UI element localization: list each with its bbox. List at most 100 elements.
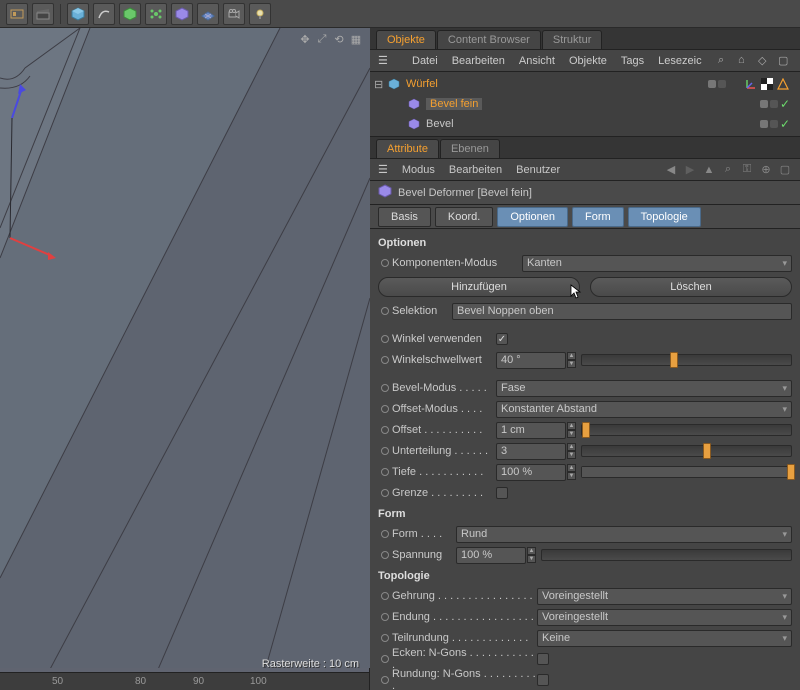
- spinner-tiefe[interactable]: ▲▼: [567, 464, 577, 480]
- tool-cloner-icon[interactable]: [145, 3, 167, 25]
- menu-objekte[interactable]: Objekte: [569, 55, 607, 67]
- vis-render-dot[interactable]: [770, 120, 778, 128]
- search-icon[interactable]: ⌕: [721, 163, 735, 177]
- checkbox-rundung-ngons[interactable]: [537, 674, 549, 686]
- tool-nurbs-icon[interactable]: [119, 3, 141, 25]
- enable-check-icon[interactable]: ✓: [780, 97, 790, 111]
- subtab-koord[interactable]: Koord.: [435, 207, 493, 227]
- anim-dot[interactable]: [381, 592, 389, 600]
- anim-dot[interactable]: [381, 634, 389, 642]
- field-winkelschwell[interactable]: 40 °: [496, 352, 566, 369]
- layout-icon[interactable]: ☰: [378, 54, 398, 67]
- new-icon[interactable]: ⊕: [759, 163, 773, 177]
- select-bevel-modus[interactable]: Fase▾: [496, 380, 792, 397]
- menu-lesezeichen[interactable]: Lesezeic: [658, 55, 701, 67]
- vis-editor-dot[interactable]: [760, 100, 768, 108]
- select-teilrundung[interactable]: Keine▾: [537, 630, 792, 647]
- anim-dot[interactable]: [381, 307, 389, 315]
- anim-dot[interactable]: [381, 405, 389, 413]
- anim-dot[interactable]: [381, 530, 389, 538]
- subtab-form[interactable]: Form: [572, 207, 624, 227]
- eye-icon[interactable]: ⌂: [738, 54, 752, 68]
- vp-layout-icon[interactable]: ▦: [349, 32, 363, 46]
- checkbox-grenze[interactable]: [496, 487, 508, 499]
- field-selektion[interactable]: Bevel Noppen oben: [452, 303, 792, 320]
- tool-clapboard-icon[interactable]: [32, 3, 54, 25]
- tab-attribute[interactable]: Attribute: [376, 139, 439, 158]
- vis-editor-dot[interactable]: [708, 80, 716, 88]
- enable-check-icon[interactable]: ✓: [780, 117, 790, 131]
- menu-bearbeiten[interactable]: Bearbeiten: [452, 55, 505, 67]
- search-icon[interactable]: ⌕: [718, 54, 732, 68]
- vis-editor-dot[interactable]: [760, 120, 768, 128]
- maximize-icon[interactable]: ▢: [778, 163, 792, 177]
- anim-dot[interactable]: [381, 426, 389, 434]
- axis-tag-icon[interactable]: [744, 77, 758, 91]
- anim-dot[interactable]: [381, 259, 389, 267]
- tool-film-icon[interactable]: [6, 3, 28, 25]
- anim-dot[interactable]: [381, 356, 389, 364]
- layout-icon[interactable]: ☰: [378, 163, 388, 176]
- button-hinzufuegen[interactable]: Hinzufügen: [378, 277, 580, 297]
- nav-up-icon[interactable]: ▲: [702, 163, 716, 177]
- anim-dot[interactable]: [381, 335, 389, 343]
- anim-dot[interactable]: [381, 613, 389, 621]
- select-endung[interactable]: Voreingestellt▾: [537, 609, 792, 626]
- slider-unterteilung[interactable]: [581, 445, 792, 457]
- tab-ebenen[interactable]: Ebenen: [440, 139, 500, 158]
- slider-winkelschwell[interactable]: [581, 354, 792, 366]
- anim-dot[interactable]: [381, 551, 389, 559]
- tool-spline-icon[interactable]: [93, 3, 115, 25]
- object-name[interactable]: Bevel fein: [426, 98, 482, 110]
- spinner-spannung[interactable]: ▲▼: [527, 547, 537, 563]
- spinner-unterteilung[interactable]: ▲▼: [567, 443, 577, 459]
- anim-dot[interactable]: [381, 468, 389, 476]
- tool-floor-icon[interactable]: [197, 3, 219, 25]
- select-komponenten[interactable]: Kanten▾: [522, 255, 792, 272]
- spinner-offset[interactable]: ▲▼: [567, 422, 577, 438]
- filter-icon[interactable]: ◇: [758, 54, 772, 68]
- field-tiefe[interactable]: 100 %: [496, 464, 566, 481]
- vis-render-dot[interactable]: [770, 100, 778, 108]
- viewport[interactable]: ✥ ⤢ ⟲ ▦ Rasterweite : 10 cm 50 80 90 100: [0, 28, 370, 690]
- lock-icon[interactable]: ⚿: [740, 163, 754, 177]
- anim-dot[interactable]: [381, 489, 389, 497]
- warn-tag-icon[interactable]: [776, 77, 790, 91]
- object-name[interactable]: Würfel: [406, 78, 438, 90]
- slider-offset[interactable]: [581, 424, 792, 436]
- tool-cube-icon[interactable]: [67, 3, 89, 25]
- vp-pan-icon[interactable]: ✥: [298, 32, 312, 46]
- checkbox-winkel-verwenden[interactable]: ✓: [496, 333, 508, 345]
- vis-render-dot[interactable]: [718, 80, 726, 88]
- anim-dot[interactable]: [381, 384, 389, 392]
- select-gehrung[interactable]: Voreingestellt▾: [537, 588, 792, 605]
- menu-ansicht[interactable]: Ansicht: [519, 55, 555, 67]
- tool-camera-icon[interactable]: [223, 3, 245, 25]
- object-name[interactable]: Bevel: [426, 118, 454, 130]
- menu-bearbeiten[interactable]: Bearbeiten: [449, 164, 502, 176]
- menu-datei[interactable]: Datei: [412, 55, 438, 67]
- tab-struktur[interactable]: Struktur: [542, 30, 603, 49]
- menu-modus[interactable]: Modus: [402, 164, 435, 176]
- vp-rotate-icon[interactable]: ⟲: [332, 32, 346, 46]
- field-unterteilung[interactable]: 3: [496, 443, 566, 460]
- hierarchy-row-bevel-fein[interactable]: Bevel fein ✓: [370, 94, 800, 114]
- tool-deformer-icon[interactable]: [171, 3, 193, 25]
- slider-spannung[interactable]: [541, 549, 792, 561]
- select-offset-modus[interactable]: Konstanter Abstand▾: [496, 401, 792, 418]
- object-hierarchy[interactable]: ⊟ Würfel Bevel fein: [370, 72, 800, 137]
- maximize-icon[interactable]: ▢: [778, 54, 792, 68]
- select-form[interactable]: Rund▾: [456, 526, 792, 543]
- anim-dot[interactable]: [381, 655, 389, 663]
- slider-tiefe[interactable]: [581, 466, 792, 478]
- spinner-winkelschwell[interactable]: ▲▼: [567, 352, 577, 368]
- tool-light-icon[interactable]: [249, 3, 271, 25]
- subtab-basis[interactable]: Basis: [378, 207, 431, 227]
- nav-fwd-icon[interactable]: ▶: [683, 163, 697, 177]
- hierarchy-row-bevel[interactable]: Bevel ✓: [370, 114, 800, 134]
- button-loeschen[interactable]: Löschen: [590, 277, 792, 297]
- hierarchy-row-wuerfel[interactable]: ⊟ Würfel: [370, 74, 800, 94]
- menu-benutzer[interactable]: Benutzer: [516, 164, 560, 176]
- tab-objekte[interactable]: Objekte: [376, 30, 436, 49]
- expand-icon[interactable]: ⊟: [374, 78, 386, 91]
